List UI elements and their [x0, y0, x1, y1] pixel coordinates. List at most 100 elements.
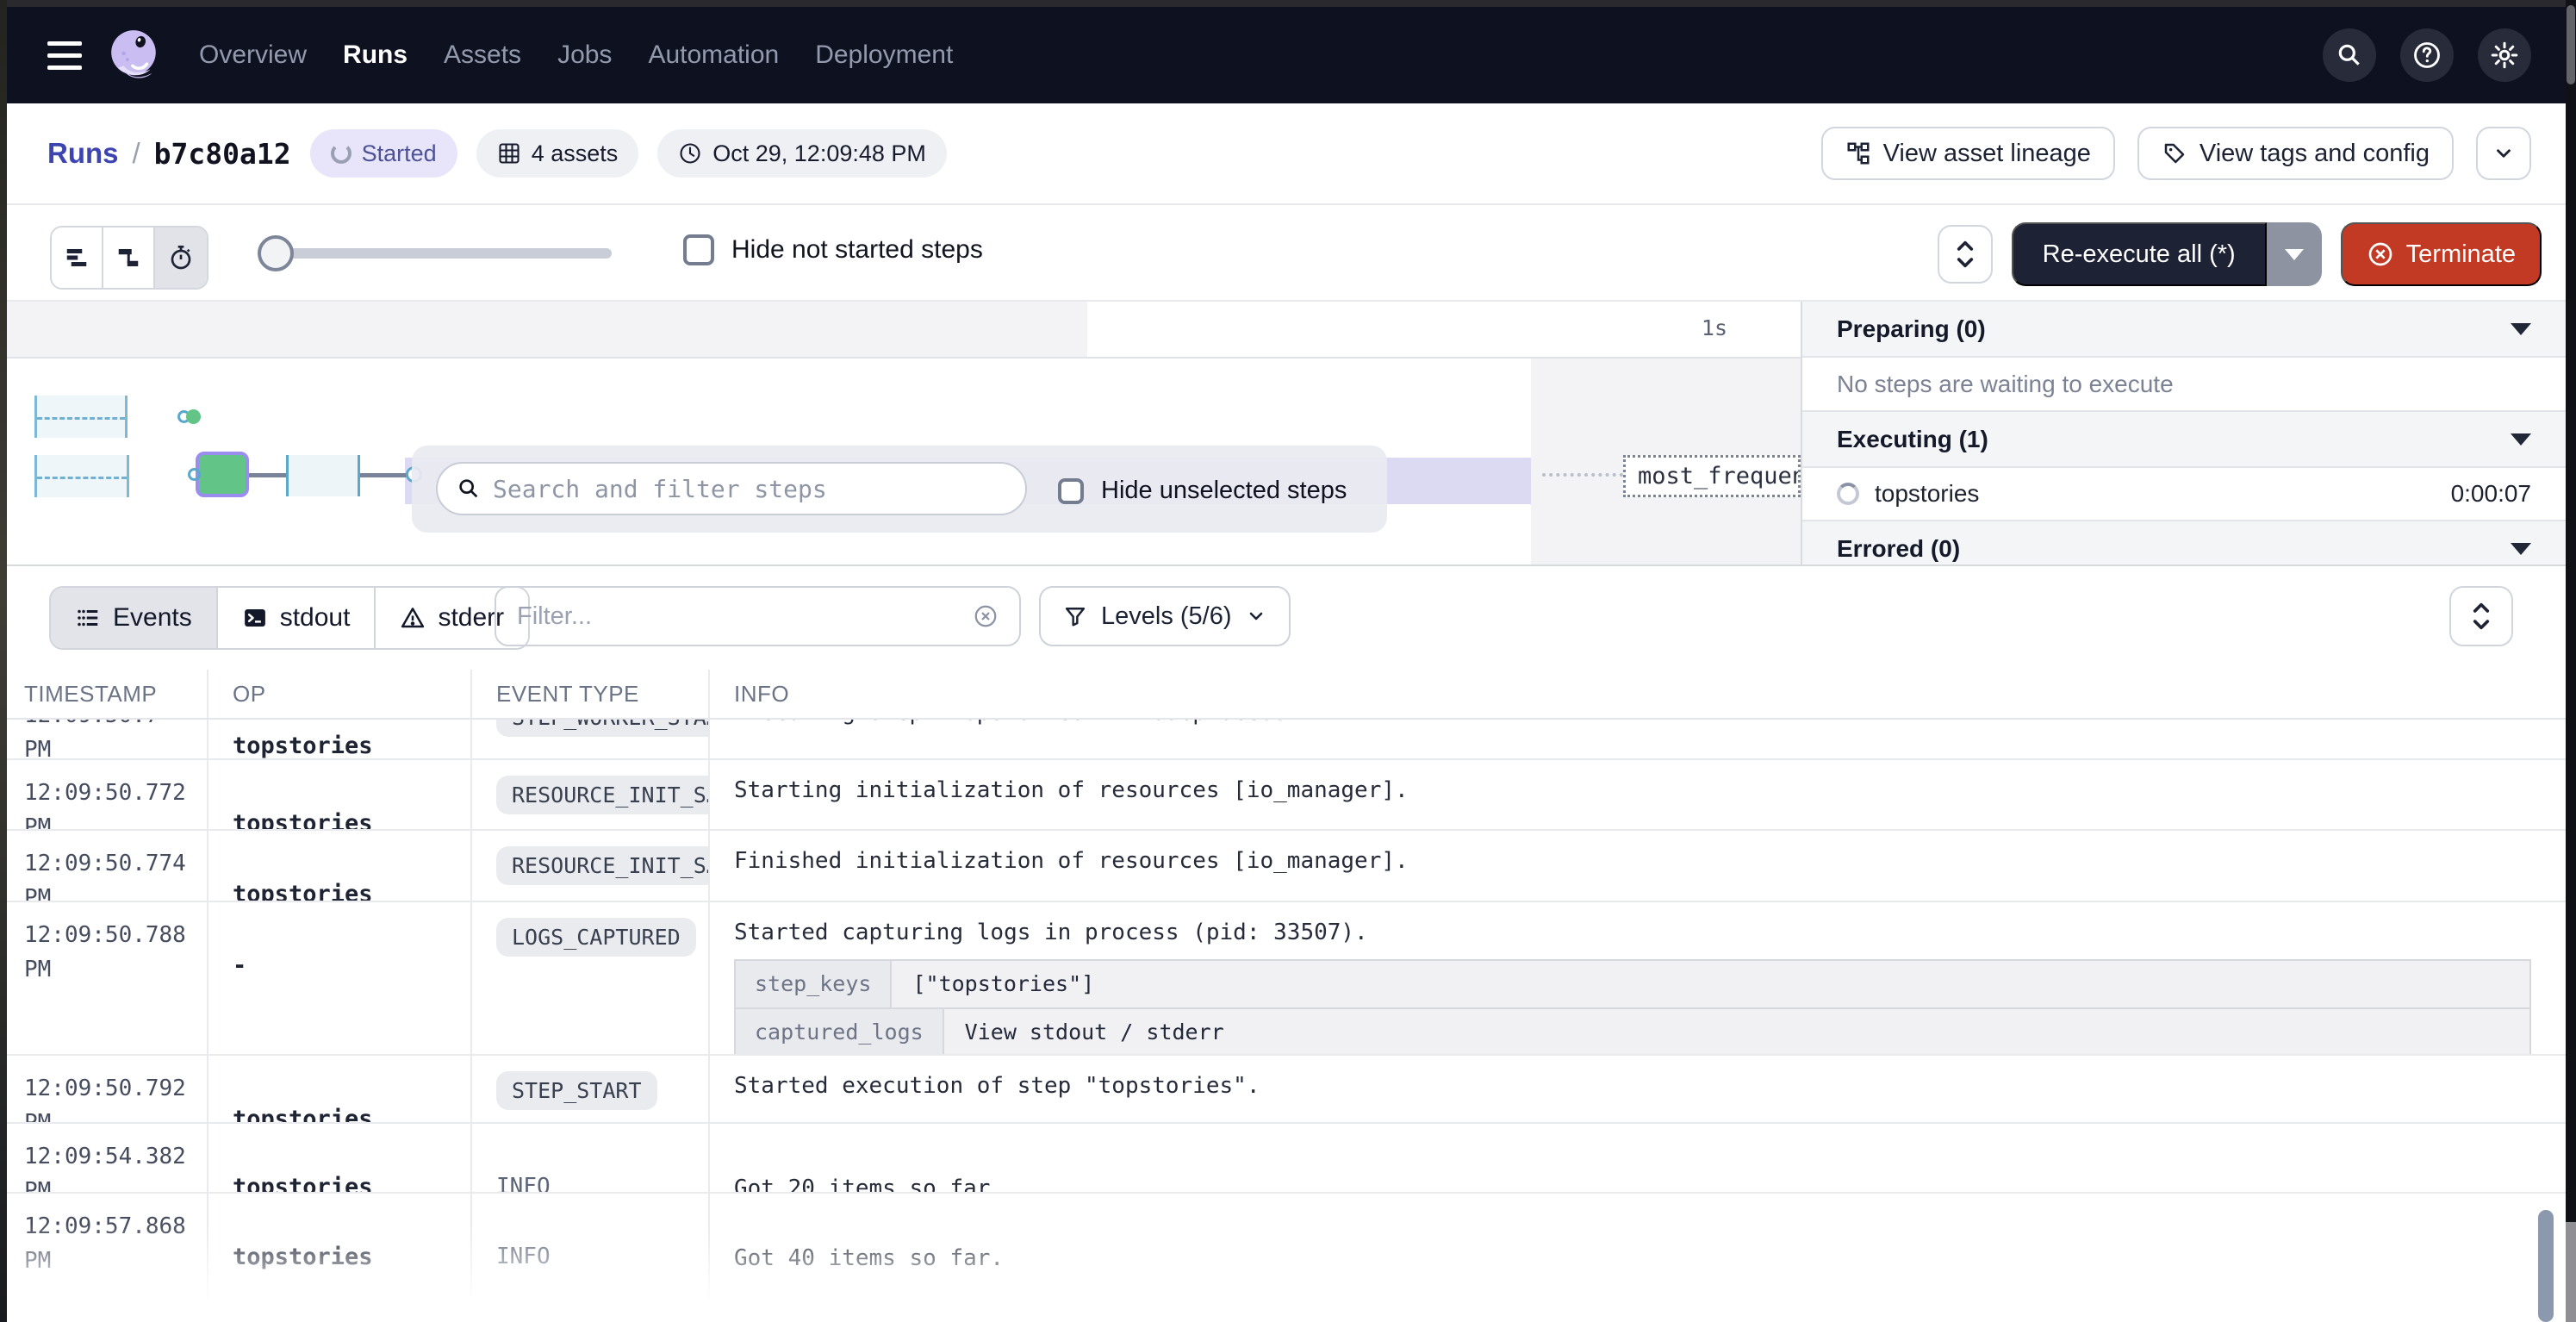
warning-triangle-icon: [400, 605, 426, 631]
view-mode-waterfall-button[interactable]: [103, 228, 155, 288]
log-event-type: STEP_WORKER_STA…: [470, 720, 708, 758]
reexecute-all-button[interactable]: Re-execute all (*): [2012, 222, 2267, 286]
log-timestamp: 12:09:50.788PM: [0, 902, 207, 1054]
step-search-box: [436, 462, 1027, 515]
log-op[interactable]: topstories: [207, 831, 470, 901]
gantt-dotted-connector: [1542, 473, 1623, 477]
gantt-step-running[interactable]: [196, 452, 249, 497]
col-info: INFO: [708, 670, 2566, 718]
view-tags-config-button[interactable]: View tags and config: [2137, 127, 2454, 180]
log-op[interactable]: topstories: [207, 760, 470, 829]
gantt-canvas[interactable]: most_frequent Hide unselected steps: [0, 359, 1801, 564]
log-op[interactable]: topstories: [207, 720, 470, 758]
log-filter-input[interactable]: [517, 602, 961, 631]
section-caret-icon: [2511, 433, 2531, 446]
selected-step-tag[interactable]: most_frequent: [1623, 455, 1801, 497]
log-row[interactable]: 12:09:57.868PMtopstoriesINFOGot 40 items…: [0, 1194, 2566, 1322]
gantt-step-not-started-2[interactable]: [34, 455, 129, 497]
window-top-edge: [0, 0, 2576, 7]
window-scrollbar-track[interactable]: [2566, 0, 2576, 1322]
errored-section-header[interactable]: Errored (0): [1802, 521, 2566, 564]
step-spinner-icon: [1837, 483, 1859, 505]
clock-icon: [678, 141, 702, 165]
col-op: OP: [207, 670, 470, 718]
log-panel-expand-button[interactable]: [2449, 586, 2513, 646]
zoom-slider-handle[interactable]: [258, 235, 294, 271]
levels-filter-dropdown[interactable]: Levels (5/6): [1039, 586, 1291, 646]
log-row[interactable]: 12:09:50.7PMtopstoriesSTEP_WORKER_STA…Ex…: [0, 720, 2566, 760]
search-button[interactable]: [2323, 28, 2376, 82]
log-op[interactable]: topstories: [207, 1056, 470, 1122]
section-caret-icon: [2511, 323, 2531, 335]
executing-section-header[interactable]: Executing (1): [1802, 412, 2566, 468]
view-mode-timed-button[interactable]: [155, 228, 207, 288]
log-op[interactable]: topstories: [207, 1194, 470, 1322]
zoom-slider-track[interactable]: [276, 248, 612, 259]
nav-item-runs[interactable]: Runs: [343, 41, 408, 70]
view-mode-flat-button[interactable]: [52, 228, 103, 288]
preparing-section-header[interactable]: Preparing (0): [1802, 302, 2566, 358]
log-scrollbar-thumb[interactable]: [2538, 1210, 2554, 1322]
log-info: Finished initialization of resources [io…: [708, 831, 2566, 901]
log-row[interactable]: 12:09:50.788PM-LOGS_CAPTUREDStarted capt…: [0, 902, 2566, 1056]
assets-badge[interactable]: 4 assets: [476, 129, 639, 178]
asset-grid-icon: [497, 141, 521, 165]
terminate-button[interactable]: Terminate: [2341, 222, 2542, 286]
hide-not-started-checkbox[interactable]: [683, 234, 714, 265]
nav-item-jobs[interactable]: Jobs: [557, 41, 612, 70]
log-timestamp: 12:09:50.774PM: [0, 831, 207, 901]
waterfall-icon: [115, 245, 141, 271]
tab-events[interactable]: Events: [51, 588, 218, 648]
metadata-value-link[interactable]: View stdout / stderr: [944, 1009, 2529, 1054]
panel-expand-button[interactable]: [1938, 225, 1993, 284]
log-row[interactable]: 12:09:50.774PMtopstoriesRESOURCE_INIT_S……: [0, 831, 2566, 902]
window-scrollbar-thumb[interactable]: [2567, 5, 2575, 84]
log-tabs: Events stdout: [49, 586, 530, 650]
settings-button[interactable]: [2478, 28, 2531, 82]
breadcrumb: Runs / b7c80a12: [47, 137, 291, 171]
help-button[interactable]: [2400, 28, 2454, 82]
flat-list-icon: [64, 245, 90, 271]
log-op[interactable]: topstories: [207, 1124, 470, 1192]
nav-item-automation[interactable]: Automation: [648, 41, 779, 70]
log-table-header: TIMESTAMP OP EVENT TYPE INFO: [0, 670, 2566, 720]
log-timestamp: 12:09:50.772PM: [0, 760, 207, 829]
gantt-step-queued[interactable]: [286, 455, 360, 496]
tag-icon: [2162, 140, 2187, 166]
log-op[interactable]: -: [207, 902, 470, 1054]
executing-step-row[interactable]: topstories 0:00:07: [1802, 468, 2566, 521]
hamburger-menu-icon[interactable]: [47, 41, 82, 70]
clear-filter-icon[interactable]: [973, 603, 999, 629]
nav-item-deployment[interactable]: Deployment: [815, 41, 953, 70]
view-asset-lineage-button[interactable]: View asset lineage: [1821, 127, 2115, 180]
gantt-step-dot[interactable]: [186, 409, 201, 424]
log-info: Starting initialization of resources [io…: [708, 760, 2566, 829]
lineage-icon: [1845, 140, 1871, 166]
log-event-type: RESOURCE_INIT_S…: [470, 831, 708, 901]
log-row[interactable]: 12:09:50.772PMtopstories RESOURCE_INIT_S……: [0, 760, 2566, 831]
event-type-badge: RESOURCE_INIT_S…: [496, 776, 708, 814]
log-row[interactable]: 12:09:54.382PMtopstoriesINFOGot 20 items…: [0, 1124, 2566, 1194]
header-more-dropdown-button[interactable]: [2476, 127, 2531, 180]
hide-unselected-checkbox[interactable]: [1058, 478, 1084, 504]
nav-item-overview[interactable]: Overview: [199, 41, 307, 70]
log-row[interactable]: 12:09:50.792PMtopstoriesSTEP_STARTStarte…: [0, 1056, 2566, 1124]
search-icon: [457, 477, 481, 501]
reexecute-dropdown-button[interactable]: [2267, 222, 2322, 286]
tab-stdout[interactable]: stdout: [218, 588, 376, 648]
nav-item-assets[interactable]: Assets: [444, 41, 521, 70]
log-timestamp: 12:09:50.7PM: [0, 720, 207, 758]
step-search-input[interactable]: [493, 475, 1006, 503]
gantt-step-not-started-1[interactable]: [34, 396, 128, 438]
dagster-logo[interactable]: [106, 27, 163, 84]
expand-collapse-icon: [1954, 240, 1976, 269]
executing-step-name: topstories: [1875, 480, 1979, 508]
section-caret-icon: [2511, 543, 2531, 555]
start-time-badge: Oct 29, 12:09:48 PM: [657, 129, 947, 178]
gantt-timeline-header: 1s: [0, 302, 1801, 359]
breadcrumb-runs-link[interactable]: Runs: [47, 137, 119, 170]
metadata-key: captured_logs: [736, 1009, 944, 1054]
log-info: Started capturing logs in process (pid: …: [708, 902, 2566, 1054]
run-header-row: Runs / b7c80a12 Started 4 assets Oct 29,…: [0, 103, 2576, 205]
status-badge: Started: [310, 129, 457, 178]
